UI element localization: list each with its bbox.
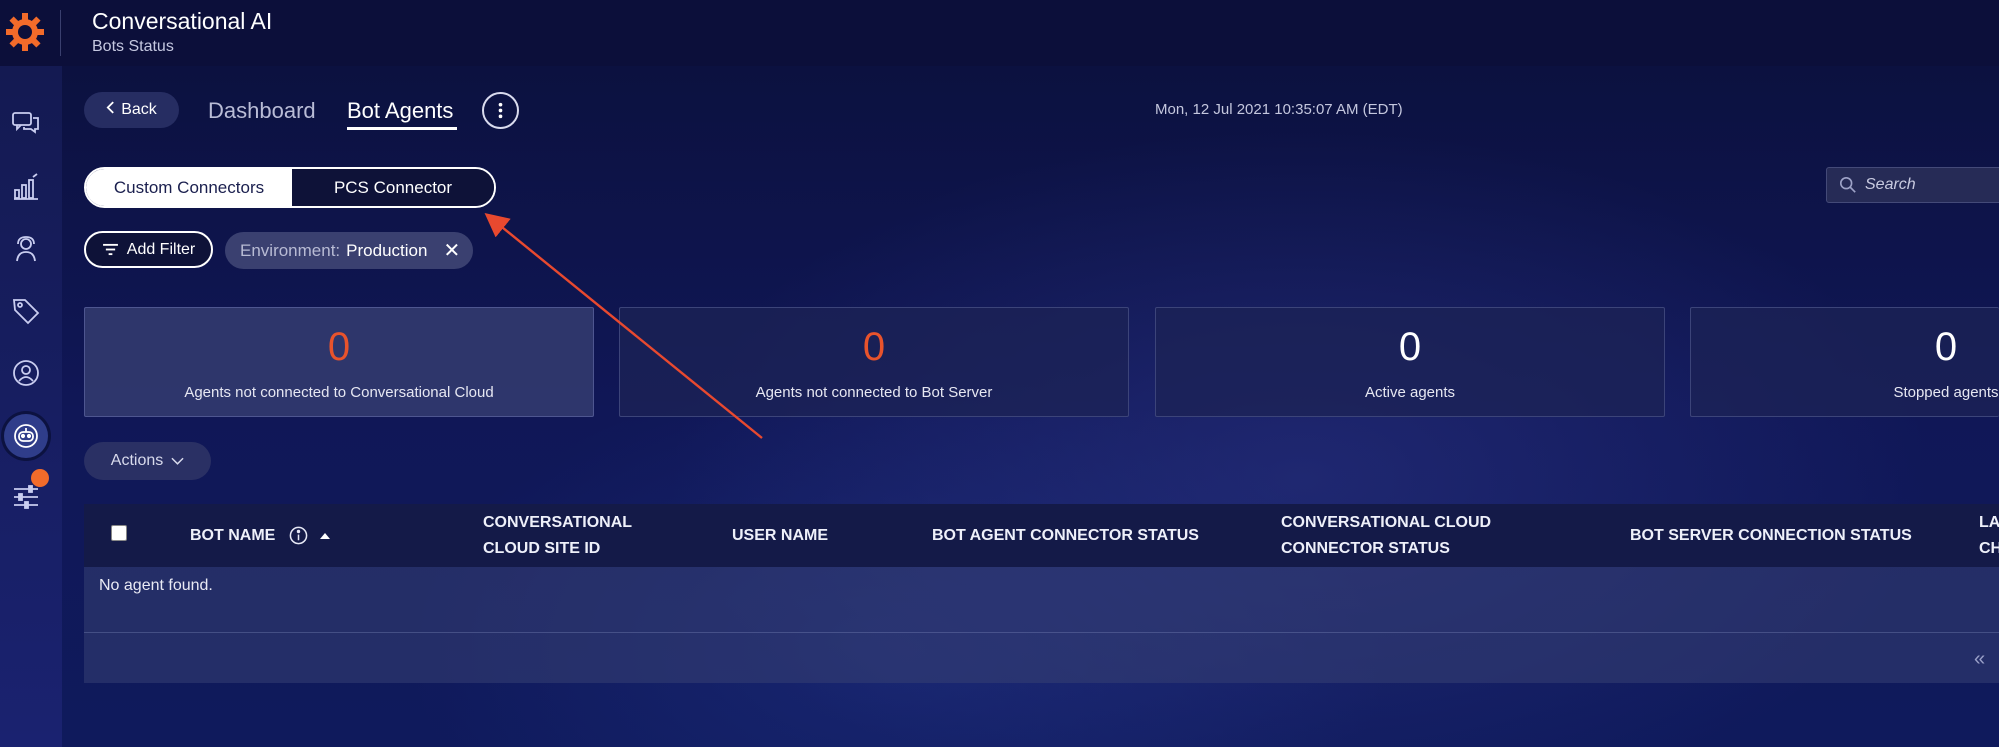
stat-card-stopped-agents[interactable]: 0 Stopped agents bbox=[1690, 307, 1999, 417]
active-tab-underline bbox=[347, 127, 457, 130]
column-cc-connector-status[interactable]: CONVERSATIONAL CLOUD CONNECTOR STATUS bbox=[1281, 510, 1491, 562]
tab-bot-agents[interactable]: Bot Agents bbox=[347, 98, 453, 124]
pagination-first-icon[interactable]: « bbox=[1974, 648, 1985, 671]
chevron-down-icon bbox=[171, 457, 184, 465]
custom-connectors-option[interactable]: Custom Connectors bbox=[86, 169, 292, 206]
stat-label: Agents not connected to Bot Server bbox=[755, 384, 993, 401]
filter-chip-environment: Environment: Production ✕ bbox=[225, 232, 473, 269]
app-title: Conversational AI bbox=[92, 8, 273, 34]
column-bot-agent-connector-status[interactable]: BOT AGENT CONNECTOR STATUS bbox=[932, 523, 1199, 549]
chat-bubbles-icon[interactable] bbox=[9, 106, 43, 140]
column-cc-site-id[interactable]: CONVERSATIONAL CLOUD SITE ID bbox=[483, 510, 632, 562]
sidebar bbox=[0, 66, 62, 747]
select-all-checkbox[interactable] bbox=[111, 525, 127, 541]
filter-chip-key: Environment: bbox=[240, 240, 341, 260]
close-icon[interactable]: ✕ bbox=[443, 238, 460, 263]
tab-dashboard[interactable]: Dashboard bbox=[208, 98, 316, 124]
column-label: USER NAME bbox=[732, 527, 829, 544]
search-placeholder: Search bbox=[1865, 176, 1916, 193]
sort-ascending-icon[interactable] bbox=[319, 527, 331, 545]
stat-label: Agents not connected to Conversational C… bbox=[184, 384, 494, 401]
back-label: Back bbox=[121, 101, 157, 118]
filter-icon bbox=[102, 243, 118, 256]
agent-icon[interactable] bbox=[9, 232, 43, 266]
column-label: BOT AGENT CONNECTOR STATUS bbox=[932, 527, 1199, 544]
stat-card-active-agents[interactable]: 0 Active agents bbox=[1155, 307, 1665, 417]
app-subtitle: Bots Status bbox=[92, 38, 174, 55]
column-label: BOT SERVER CONNECTION STATUS bbox=[1630, 527, 1912, 544]
column-label-line1: CONVERSATIONAL bbox=[483, 514, 633, 531]
column-label: BOT NAME bbox=[190, 527, 276, 544]
info-icon[interactable] bbox=[289, 526, 308, 550]
add-filter-label: Add Filter bbox=[126, 240, 196, 258]
column-label-line1: CONVERSATIONAL CLOUD bbox=[1281, 514, 1492, 531]
gear-logo-icon[interactable] bbox=[5, 12, 45, 52]
stat-value: 0 bbox=[1934, 325, 1958, 369]
vertical-dots-icon bbox=[498, 102, 503, 119]
column-label-line2: CLOUD SITE ID bbox=[483, 540, 601, 557]
search-icon bbox=[1839, 176, 1856, 193]
stat-value: 0 bbox=[327, 325, 351, 369]
top-bar: Conversational AI Bots Status bbox=[0, 0, 1999, 66]
chevron-left-icon bbox=[106, 101, 115, 119]
bot-icon[interactable] bbox=[9, 419, 43, 453]
column-label-line2: CH bbox=[1979, 540, 1999, 557]
column-bot-server-connection-status[interactable]: BOT SERVER CONNECTION STATUS bbox=[1630, 523, 1912, 549]
pcs-connector-option[interactable]: PCS Connector bbox=[292, 169, 494, 206]
user-circle-icon[interactable] bbox=[9, 356, 43, 390]
topbar-divider bbox=[60, 10, 61, 56]
actions-label: Actions bbox=[110, 452, 164, 469]
bar-chart-icon[interactable] bbox=[9, 170, 43, 204]
notification-badge bbox=[31, 469, 49, 487]
more-options-button[interactable] bbox=[482, 92, 519, 129]
connector-toggle: Custom Connectors PCS Connector bbox=[84, 167, 496, 208]
column-last-changed[interactable]: LA CH bbox=[1979, 510, 1999, 562]
column-bot-name[interactable]: BOT NAME bbox=[190, 523, 275, 549]
current-datetime: Mon, 12 Jul 2021 10:35:07 AM (EDT) bbox=[1155, 101, 1403, 118]
column-label-line1: LA bbox=[1979, 514, 1999, 531]
actions-dropdown[interactable]: Actions bbox=[84, 442, 211, 480]
stat-card-not-connected-bot-server[interactable]: 0 Agents not connected to Bot Server bbox=[619, 307, 1129, 417]
search-box[interactable]: Search bbox=[1826, 167, 1999, 203]
tag-icon[interactable] bbox=[9, 294, 43, 328]
stat-card-not-connected-cc[interactable]: 0 Agents not connected to Conversational… bbox=[84, 307, 594, 417]
filter-chip-value: Production bbox=[346, 240, 428, 260]
back-button[interactable]: Back bbox=[84, 92, 179, 128]
stat-label: Stopped agents bbox=[1893, 384, 1999, 401]
add-filter-button[interactable]: Add Filter bbox=[84, 231, 213, 268]
table-divider bbox=[84, 632, 1999, 633]
stat-value: 0 bbox=[862, 325, 886, 369]
stat-value: 0 bbox=[1398, 325, 1422, 369]
empty-table-message: No agent found. bbox=[99, 577, 213, 594]
stat-label: Active agents bbox=[1364, 384, 1456, 401]
column-user-name[interactable]: USER NAME bbox=[732, 523, 828, 549]
column-label-line2: CONNECTOR STATUS bbox=[1281, 540, 1450, 557]
table-body bbox=[84, 567, 1999, 683]
